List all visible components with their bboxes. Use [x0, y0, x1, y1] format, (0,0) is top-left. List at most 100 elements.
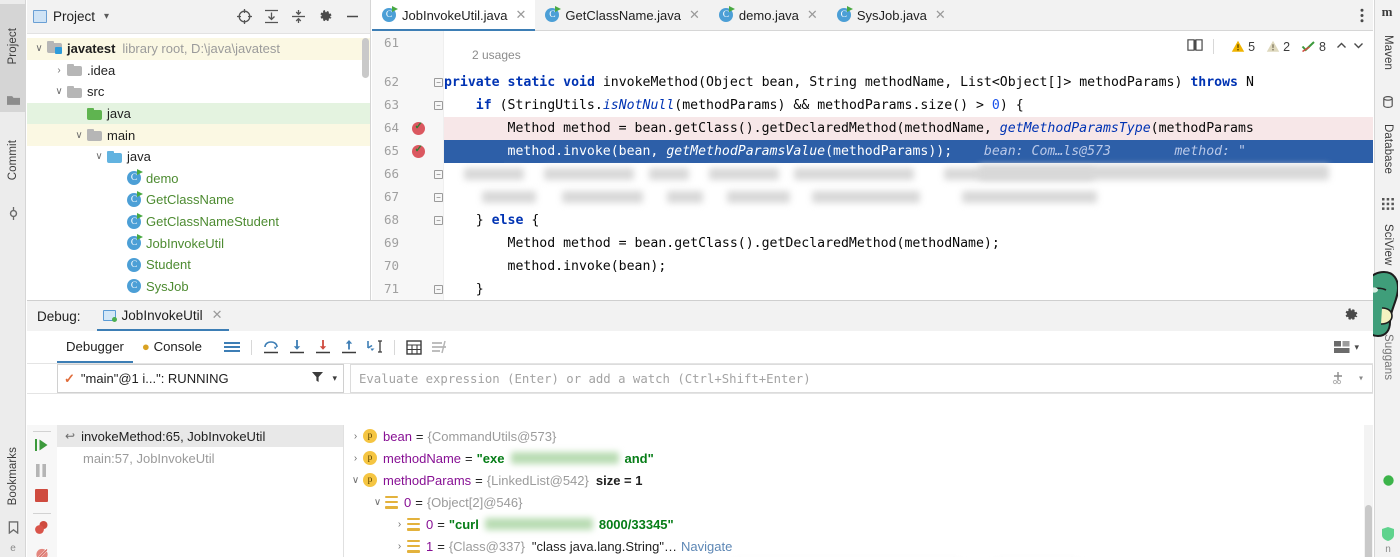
variable-expand-arrow[interactable]: ∨ — [348, 475, 363, 486]
editor-tab-sysjob[interactable]: C SysJob.java ✕ — [827, 0, 955, 30]
evaluate-icon[interactable] — [401, 334, 427, 360]
code-line-63[interactable]: if (StringUtils.isNotNull(methodParams) … — [444, 94, 1373, 117]
project-tree[interactable]: ∨ javatest library root, D:\java\javatest ›… — [27, 34, 370, 300]
stripe-button-sciview[interactable]: SciView — [1375, 214, 1400, 276]
tree-item-demo[interactable]: Cdemo — [27, 168, 370, 190]
step-out-icon[interactable] — [336, 334, 362, 360]
tree-item-javatest[interactable]: ∨ javatest library root, D:\java\javatest — [27, 38, 370, 60]
stripe-button-commit[interactable]: Commit — [0, 118, 26, 202]
code-line-71[interactable]: } — [444, 278, 1373, 300]
warnings-count[interactable]: 5 — [1231, 40, 1255, 54]
tree-expand-arrow[interactable]: ∨ — [71, 130, 87, 141]
close-icon[interactable]: ✕ — [212, 307, 223, 323]
frames-list[interactable]: ↩ invokeMethod:65, JobInvokeUtil main:57, … — [57, 425, 344, 557]
tree-item-src[interactable]: ∨ src — [27, 81, 370, 103]
variable-row[interactable]: › 0 = "curl 8000/33345" — [344, 513, 1373, 535]
variable-row[interactable]: › p bean = {CommandUtils@573} — [344, 425, 1373, 447]
chevron-down-icon[interactable] — [1352, 39, 1365, 55]
stripe-button-database[interactable]: Database — [1375, 112, 1400, 186]
chevron-down-icon[interactable]: ▾ — [332, 373, 337, 384]
variables-tree[interactable]: › p bean = {CommandUtils@573} › p methodName = "e… — [344, 425, 1373, 557]
book-icon[interactable] — [1187, 38, 1203, 55]
code-line-62[interactable]: private static void invokeMethod(Object … — [444, 71, 1373, 94]
step-into-icon[interactable] — [284, 334, 310, 360]
expand-all-icon[interactable] — [263, 9, 279, 25]
usages-hint[interactable]: 2 usages — [472, 48, 521, 62]
fold-toggle-icon[interactable]: − — [434, 78, 443, 87]
stripe-button-bookmarks[interactable]: Bookmarks — [0, 430, 26, 522]
close-icon[interactable]: ✕ — [807, 7, 818, 23]
fold-toggle-icon[interactable]: − — [434, 170, 443, 179]
editor-tab-getclassname[interactable]: C GetClassName.java ✕ — [535, 0, 709, 30]
stripe-button-project[interactable]: Project — [0, 4, 26, 88]
pause-icon[interactable] — [34, 463, 50, 479]
collapse-all-icon[interactable] — [290, 9, 306, 25]
tree-expand-arrow[interactable]: ∨ — [91, 151, 107, 162]
weak-warnings-count[interactable]: 2 — [1266, 40, 1290, 54]
gear-icon[interactable] — [317, 9, 333, 25]
filter-icon[interactable] — [311, 371, 324, 386]
editor-tab-jobinvokeutil[interactable]: C JobInvokeUtil.java ✕ — [372, 0, 536, 31]
code-line-64[interactable]: Method method = bean.getClass().getDecla… — [444, 117, 1373, 140]
code-line-68[interactable]: } else { — [444, 209, 1373, 232]
tree-item--idea[interactable]: › .idea — [27, 60, 370, 82]
step-over-icon[interactable] — [258, 334, 284, 360]
code-editor[interactable]: 61 62 − 63 − 64 65 66 − 67 − 68 − 69 70 71 − 2 usages pri… — [372, 31, 1373, 300]
locate-icon[interactable] — [236, 9, 252, 25]
stripe-button-maven[interactable]: Maven — [1375, 22, 1400, 84]
stripe-more-icon[interactable]: e — [0, 540, 26, 557]
tree-item-jobinvokeutil[interactable]: C JobInvokeUtil — [27, 232, 370, 254]
close-icon[interactable]: ✕ — [935, 7, 946, 23]
tab-debugger[interactable]: Debugger — [57, 331, 133, 363]
tree-item-java[interactable]: java — [27, 102, 370, 125]
mute-breakpoints-icon[interactable] — [34, 547, 50, 557]
frame-item[interactable]: ↩ invokeMethod:65, JobInvokeUtil — [57, 425, 343, 447]
frame-item[interactable]: main:57, JobInvokeUtil — [57, 447, 343, 469]
mute-breakpoints-icon[interactable] — [427, 334, 453, 360]
view-breakpoints-icon[interactable] — [34, 520, 50, 536]
minimize-icon[interactable] — [344, 9, 360, 25]
chevron-down-icon[interactable]: ▾ — [104, 11, 109, 22]
variable-row[interactable]: › 1 = {Class@337} "class java.lang.String"… N… — [344, 535, 1373, 557]
layout-settings-icon[interactable]: ▾ — [1333, 340, 1359, 354]
force-step-into-icon[interactable] — [310, 334, 336, 360]
typos-count[interactable]: 8 — [1301, 40, 1326, 54]
tree-expand-arrow[interactable]: ∨ — [51, 86, 67, 97]
more-vertical-icon[interactable] — [1351, 0, 1373, 30]
navigate-link[interactable]: Navigate — [681, 539, 732, 554]
tree-expand-arrow[interactable]: › — [51, 65, 67, 76]
tab-console[interactable]: ● Console — [133, 331, 211, 363]
code-line-65[interactable]: method.invoke(bean, getMethodParamsValue… — [444, 140, 1373, 163]
chevron-up-icon[interactable] — [1335, 39, 1348, 55]
run-to-cursor-icon[interactable] — [362, 334, 388, 360]
resume-icon[interactable] — [34, 437, 50, 453]
debug-session-tab[interactable]: JobInvokeUtil ✕ — [96, 302, 229, 331]
variable-expand-arrow[interactable]: › — [348, 453, 363, 464]
fold-toggle-icon[interactable]: − — [434, 216, 443, 225]
layout-lines-icon[interactable] — [219, 334, 245, 360]
code-line-69[interactable]: Method method = bean.getClass().getDecla… — [444, 232, 1373, 255]
project-tree-scrollbar[interactable] — [362, 38, 369, 78]
fold-toggle-icon[interactable]: − — [434, 193, 443, 202]
code-line-70[interactable]: method.invoke(bean); — [444, 255, 1373, 278]
stripe-more-right-icon[interactable]: n — [1375, 542, 1400, 557]
close-icon[interactable]: ✕ — [689, 7, 700, 23]
variable-row[interactable]: ∨ p methodParams = {LinkedList@542} size = 1 — [344, 469, 1373, 491]
editor-tab-demo[interactable]: Cdemo.java ✕ — [709, 0, 827, 30]
variable-expand-arrow[interactable]: ∨ — [370, 497, 385, 508]
fold-toggle-icon[interactable]: − — [434, 285, 443, 294]
stripe-button-suggans[interactable]: Suggans — [1375, 330, 1400, 384]
code-line-66[interactable] — [444, 163, 1373, 186]
editor-gutter[interactable]: 61 62 − 63 − 64 65 66 − 67 − 68 − 69 70 71 − — [372, 31, 444, 300]
tree-item-sysjob[interactable]: C SysJob — [27, 276, 370, 298]
variables-scrollbar[interactable] — [1364, 425, 1373, 557]
variable-expand-arrow[interactable]: › — [348, 431, 363, 442]
tree-item-getclassname[interactable]: C GetClassName — [27, 189, 370, 211]
variable-row[interactable]: › p methodName = "exe and" — [344, 447, 1373, 469]
close-icon[interactable]: ✕ — [516, 7, 527, 23]
variable-expand-arrow[interactable]: › — [392, 541, 407, 552]
add-watch-icon[interactable] — [1330, 369, 1346, 388]
breakpoint-icon[interactable] — [412, 144, 425, 158]
variable-row[interactable]: ∨ 0 = {Object[2]@546} — [344, 491, 1373, 513]
variable-expand-arrow[interactable]: › — [392, 519, 407, 530]
